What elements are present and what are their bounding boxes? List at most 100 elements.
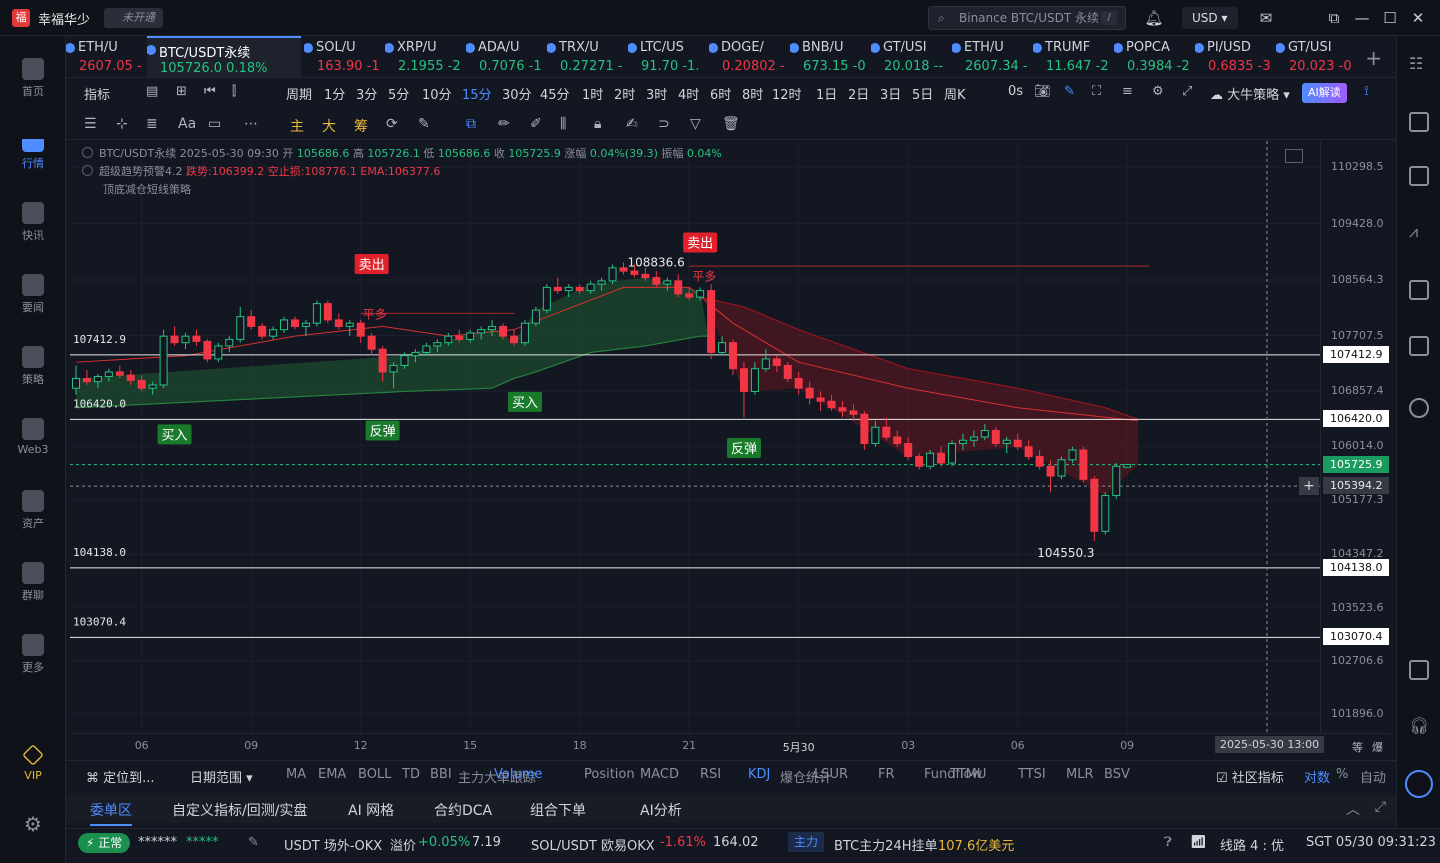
interval-18[interactable]: 3日 — [880, 84, 901, 103]
layout-icon[interactable] — [1409, 660, 1429, 680]
interval-10[interactable]: 2时 — [614, 84, 635, 103]
ticker-tab[interactable]: DOGE/0.20802 - — [709, 36, 789, 78]
interval-6[interactable]: 15分 — [462, 84, 492, 103]
ticker-tab[interactable]: SOL/U 163.90 -1 — [304, 36, 384, 78]
interval-2[interactable]: 1分 — [324, 84, 345, 103]
btc-orders-label[interactable]: BTC主力24H挂单 — [834, 835, 938, 854]
candle[interactable] — [926, 450, 935, 470]
assistant-avatar-icon[interactable] — [1405, 770, 1433, 798]
indicator-8[interactable]: MACD — [640, 767, 679, 782]
indicator-16[interactable]: TTSI — [1018, 767, 1046, 782]
wallet-icon[interactable] — [1409, 166, 1429, 186]
percent-scale-toggle[interactable]: % — [1336, 767, 1348, 782]
interval-11[interactable]: 3时 — [646, 84, 667, 103]
liquidation-toggle[interactable]: 爆 — [1372, 739, 1383, 755]
candle[interactable] — [1112, 463, 1121, 499]
indicator-3[interactable]: TD — [402, 767, 420, 782]
crosshair-line-icon[interactable]: ⊹ — [116, 116, 128, 132]
panel-tab-4[interactable]: 组合下单 — [530, 800, 586, 820]
nav-item-5[interactable]: Web3 — [0, 418, 66, 456]
candle[interactable] — [1090, 476, 1099, 542]
candle[interactable] — [236, 306, 245, 343]
watchlist-icon[interactable]: ☷ — [1409, 54, 1429, 74]
ticker-tab[interactable]: LTC/US 91.70 -1. — [628, 36, 708, 78]
interval-1[interactable]: 周期 — [286, 84, 312, 103]
candle[interactable] — [301, 319, 310, 337]
candle[interactable] — [280, 316, 289, 333]
panel-tab-5[interactable]: AI分析 — [640, 800, 682, 820]
popout-icon[interactable]: ⧉ — [1324, 8, 1344, 28]
trash-icon[interactable]: 🗑︎ — [722, 116, 740, 132]
nav-item-3[interactable]: 要闻 — [0, 274, 66, 315]
collapse-panel-icon[interactable]: ︿ — [1346, 799, 1360, 819]
candle[interactable] — [203, 339, 212, 363]
mail-icon[interactable]: ✉ — [1256, 8, 1276, 28]
magnet-icon[interactable]: ⊃ — [658, 116, 670, 132]
candle[interactable] — [1079, 446, 1088, 483]
transfer-icon[interactable] — [1409, 398, 1429, 418]
indicator-1[interactable]: EMA — [318, 767, 346, 782]
candle[interactable] — [783, 362, 792, 382]
indicator-2[interactable]: BOLL — [358, 767, 391, 782]
candle[interactable] — [739, 362, 748, 418]
interval-12[interactable]: 4时 — [678, 84, 699, 103]
interval-3[interactable]: 3分 — [356, 84, 377, 103]
candle[interactable] — [258, 323, 267, 340]
candle[interactable] — [225, 336, 234, 353]
expand-panel-icon[interactable]: ⤢ — [1375, 799, 1386, 815]
candle[interactable] — [531, 306, 540, 327]
candle[interactable] — [1057, 456, 1066, 480]
ticker-tab[interactable]: GT/USI 20.023 -0 — [1276, 36, 1356, 78]
ticker-tab[interactable]: POPCA 0.3984 -2 — [1114, 36, 1194, 78]
nav-item-8[interactable]: 更多 — [0, 634, 66, 675]
pencil-icon[interactable]: ✎ — [1064, 84, 1075, 99]
indicator-13[interactable]: FR — [878, 767, 895, 782]
ticker-tab[interactable]: BTC/USDT永续 105726.0 0.18% — [147, 36, 301, 78]
candle[interactable] — [707, 284, 716, 359]
credit-card-icon[interactable] — [1409, 336, 1429, 356]
ticker-tab[interactable]: PI/USD 0.6835 -3 — [1195, 36, 1275, 78]
community-indicators[interactable]: ☑ 社区指标 — [1216, 767, 1284, 786]
camera-icon[interactable]: 📷︎ — [1034, 84, 1051, 99]
close-icon[interactable]: ✕ — [1408, 8, 1428, 28]
locate-button[interactable]: ⌘ 定位到... — [86, 767, 155, 786]
monitor-icon[interactable] — [1409, 280, 1429, 300]
candle[interactable] — [619, 262, 628, 275]
interval-9[interactable]: 1时 — [582, 84, 603, 103]
interval-16[interactable]: 1日 — [816, 84, 837, 103]
interval-13[interactable]: 6时 — [710, 84, 731, 103]
usdt-otc-label[interactable]: USDT 场外-OKX — [284, 835, 382, 854]
candle[interactable] — [159, 329, 168, 389]
sol-label[interactable]: SOL/USDT 欧易OKX — [531, 835, 655, 854]
indicator-6[interactable]: Volume — [494, 767, 542, 782]
pen-icon[interactable]: ✏ — [498, 116, 510, 132]
candle[interactable] — [170, 326, 179, 346]
bar-style-icon[interactable]: ⫿ — [232, 84, 236, 99]
currency-select[interactable]: USD ▾ — [1182, 7, 1238, 29]
minimize-icon[interactable]: — — [1352, 8, 1372, 28]
interval-15[interactable]: 12时 — [772, 84, 802, 103]
ticker-tab[interactable]: GT/USI 20.018 -- — [871, 36, 951, 78]
indicator-9[interactable]: RSI — [700, 767, 721, 782]
candle[interactable] — [991, 427, 1000, 447]
ticker-tab[interactable]: ADA/U 0.7076 -1 — [466, 36, 546, 78]
nav-item-0[interactable]: 首页 — [0, 58, 66, 99]
maximize-icon[interactable]: ☐ — [1380, 8, 1400, 28]
nav-item-7[interactable]: 群聊 — [0, 562, 66, 603]
lock-icon[interactable]: 🔒︎ — [594, 116, 601, 132]
symbol-search[interactable]: ⌕ Binance BTC/USDT 永续 / — [928, 6, 1126, 30]
candle[interactable] — [948, 440, 956, 467]
candle[interactable] — [291, 316, 299, 330]
candle[interactable] — [520, 319, 529, 346]
indicator-17[interactable]: MLR — [1066, 767, 1094, 782]
interval-7[interactable]: 30分 — [502, 84, 532, 103]
edit-icon[interactable]: ✍ — [626, 116, 638, 132]
layout-icon[interactable]: ⊞ — [176, 84, 187, 99]
ticker-tab[interactable]: ETH/U 2607.05 - — [66, 36, 146, 78]
list-icon[interactable]: ≡ — [1122, 84, 1133, 99]
filter-icon[interactable]: ▽ — [690, 116, 701, 132]
panel-tab-2[interactable]: AI 网格 — [348, 800, 394, 820]
indicator-0[interactable]: MA — [286, 767, 306, 782]
interval-20[interactable]: 周K — [944, 84, 966, 103]
more-icon[interactable]: ⋯ — [244, 116, 258, 132]
